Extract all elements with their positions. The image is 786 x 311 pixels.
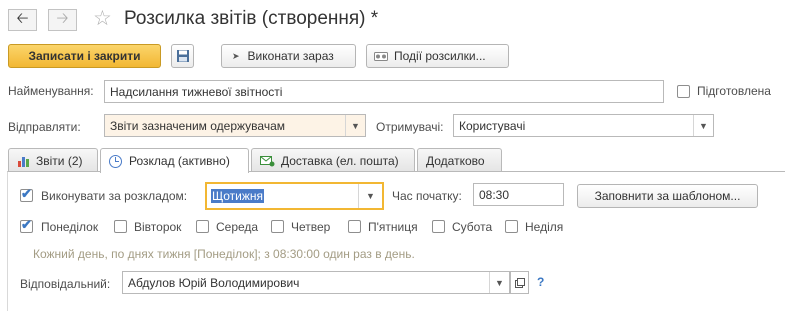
run-by-schedule-label: Виконувати за розкладом: — [41, 189, 188, 203]
forward-arrow-icon: 🡢 — [56, 9, 69, 27]
day-tuesday-label: Вівторок — [134, 220, 182, 234]
recipients-label: Отримувачі: — [376, 120, 444, 134]
tab-delivery[interactable]: Доставка (ел. пошта) — [251, 148, 415, 172]
period-value: Щотижня — [211, 189, 265, 203]
save-and-close-label: Записати і закрити — [28, 49, 141, 63]
day-wednesday-label: Середа — [216, 220, 259, 234]
back-arrow-icon: 🡠 — [16, 9, 29, 27]
run-icon: ➤ — [232, 50, 240, 61]
send-label: Відправляти: — [8, 120, 81, 134]
save-button[interactable] — [171, 44, 194, 68]
responsible-value: Абдулов Юрій Володимирович — [128, 275, 300, 290]
start-time-value: 08:30 — [479, 187, 510, 202]
name-label: Найменування: — [8, 84, 94, 98]
clock-icon — [109, 154, 122, 168]
name-field[interactable]: Надсилання тижневої звітності — [104, 80, 664, 103]
fill-template-button[interactable]: Заповнити за шаблоном... — [577, 184, 758, 208]
recipients-value: Користувачі — [459, 118, 526, 133]
save-icon — [176, 50, 189, 62]
name-value: Надсилання тижневої звітності — [110, 84, 283, 99]
save-and-close-button[interactable]: Записати і закрити — [8, 44, 161, 68]
send-value: Звіти зазначеним одержувачам — [110, 118, 285, 133]
tab-label: Розклад (активно) — [129, 154, 230, 168]
send-select[interactable]: Звіти зазначеним одержувачам ▼ — [104, 114, 366, 137]
tab-schedule[interactable]: Розклад (активно) — [100, 148, 249, 173]
day-sunday-checkbox[interactable] — [505, 220, 518, 233]
day-friday-label: П'ятниця — [368, 220, 418, 234]
events-label: Події розсилки... — [394, 49, 486, 63]
chevron-down-icon[interactable]: ▼ — [693, 115, 713, 136]
run-by-schedule-checkbox[interactable] — [20, 186, 33, 202]
start-time-field[interactable]: 08:30 — [473, 183, 564, 206]
page-title: Розсилка звітів (створення) * — [124, 8, 379, 29]
day-monday-checkbox[interactable] — [20, 217, 33, 233]
help-icon[interactable]: ? — [537, 275, 544, 289]
period-select[interactable]: Щотижня ▼ — [205, 182, 384, 210]
open-button[interactable] — [510, 271, 529, 294]
schedule-hint: Кожний день, по днях тижня [Понеділок]; … — [33, 247, 415, 261]
day-saturday-label: Субота — [452, 220, 493, 234]
day-tuesday-checkbox[interactable] — [114, 220, 127, 233]
prepared-label: Підготовлена — [697, 84, 771, 98]
events-button[interactable]: Події розсилки... — [366, 44, 509, 68]
star-icon[interactable]: ☆ — [93, 6, 112, 31]
mail-icon — [260, 155, 275, 166]
run-now-label: Виконати зараз — [247, 49, 334, 63]
day-thursday-label: Четвер — [291, 220, 331, 234]
chart-icon — [18, 156, 29, 167]
day-friday-checkbox[interactable] — [348, 220, 361, 233]
back-button[interactable]: 🡠 — [8, 9, 37, 31]
day-wednesday-checkbox[interactable] — [196, 220, 209, 233]
responsible-label: Відповідальний: — [20, 277, 111, 291]
day-saturday-checkbox[interactable] — [432, 220, 445, 233]
events-icon — [374, 51, 388, 61]
day-thursday-checkbox[interactable] — [271, 220, 284, 233]
prepared-checkbox[interactable] — [677, 85, 690, 98]
forward-button[interactable]: 🡢 — [48, 9, 77, 31]
chevron-down-icon[interactable]: ▼ — [345, 115, 365, 136]
tab-label: Доставка (ел. пошта) — [281, 153, 399, 168]
start-time-label: Час початку: — [392, 189, 462, 203]
tab-label: Звіти (2) — [36, 153, 83, 168]
day-monday-label: Понеділок — [41, 220, 99, 234]
chevron-down-icon[interactable]: ▼ — [358, 184, 382, 208]
tab-reports[interactable]: Звіти (2) — [8, 148, 98, 172]
recipients-select[interactable]: Користувачі ▼ — [453, 114, 714, 137]
chevron-down-icon[interactable]: ▼ — [489, 272, 509, 293]
tab-additional[interactable]: Додатково — [417, 148, 502, 172]
responsible-field[interactable]: Абдулов Юрій Володимирович ▼ — [122, 271, 510, 294]
fill-template-label: Заповнити за шаблоном... — [594, 189, 741, 203]
open-icon — [514, 277, 525, 288]
day-sunday-label: Неділя — [525, 220, 564, 234]
run-now-button[interactable]: ➤ Виконати зараз — [221, 44, 356, 68]
tab-label: Додатково — [426, 153, 485, 168]
